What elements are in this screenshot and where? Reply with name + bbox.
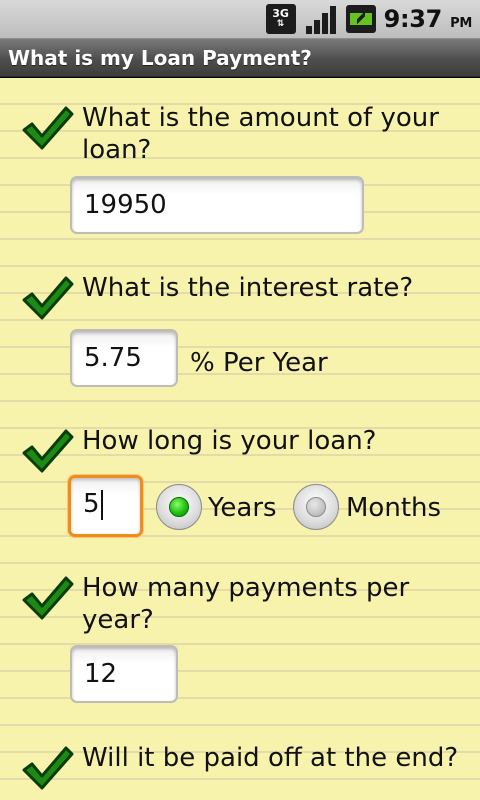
years-radio[interactable] (156, 484, 202, 530)
question-label: Will it be paid off at the end? (82, 743, 459, 773)
text-cursor (100, 489, 103, 520)
checkmark-icon (22, 106, 74, 150)
payments-per-year-input[interactable]: 12 (70, 645, 178, 703)
months-radio[interactable] (293, 484, 339, 530)
years-radio-label[interactable]: Years (208, 493, 277, 523)
months-radio-indicator (306, 497, 326, 517)
loan-length-value: 5 (83, 489, 100, 519)
question-label: How long is your loan? (82, 426, 377, 456)
clock-ampm: PM (450, 16, 472, 31)
checkmark-icon (22, 746, 74, 790)
months-radio-label[interactable]: Months (346, 493, 441, 523)
battery-charging-icon (345, 5, 376, 33)
network-3g-icon: 3G ⇅ (265, 4, 296, 34)
clock-time: 9:37 (383, 5, 443, 33)
interest-rate-unit: % Per Year (190, 348, 328, 378)
app-title: What is my Loan Payment? (8, 46, 312, 70)
question-label: What is the amount of your loan? (82, 102, 462, 166)
interest-rate-value: 5.75 (84, 343, 142, 373)
question-label: How many payments per year? (82, 572, 462, 636)
years-radio-indicator (169, 497, 189, 517)
interest-rate-input[interactable]: 5.75 (70, 329, 178, 387)
checkmark-icon (22, 576, 74, 620)
signal-icon (304, 4, 338, 34)
status-clock: 9:37 PM (383, 5, 473, 33)
loan-amount-value: 19950 (84, 190, 167, 220)
question-label-line1: How many payments per (82, 573, 410, 603)
network-label: 3G (272, 7, 289, 20)
status-bar: 3G ⇅ 9:37 PM (0, 0, 480, 39)
question-label-line2: year? (82, 605, 154, 635)
loan-amount-input[interactable]: 19950 (70, 176, 364, 234)
app-title-bar: What is my Loan Payment? (0, 39, 480, 77)
question-label-line2: loan? (82, 135, 152, 165)
loan-length-input[interactable]: 5 (68, 475, 143, 537)
question-label-line1: What is the amount of your (82, 103, 439, 133)
loan-form: What is the amount of your loan? 19950 W… (0, 78, 480, 800)
checkmark-icon (22, 429, 74, 473)
checkmark-icon (22, 276, 74, 320)
question-label: What is the interest rate? (82, 273, 414, 303)
status-icons: 3G ⇅ 9:37 PM (265, 3, 473, 35)
payments-per-year-value: 12 (84, 659, 118, 689)
